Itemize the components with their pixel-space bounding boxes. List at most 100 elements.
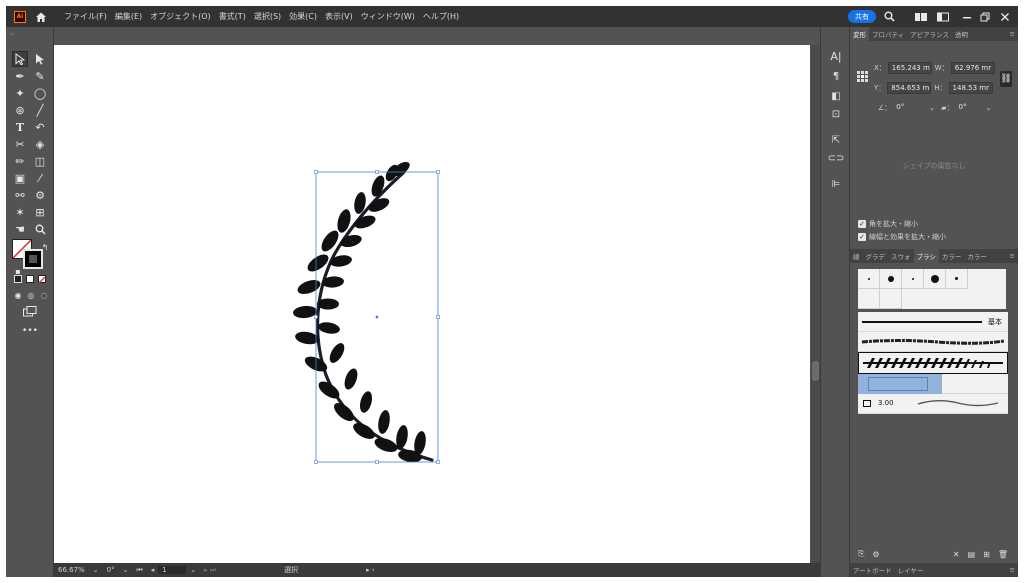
menu-effect[interactable]: 効果(C): [285, 11, 321, 22]
zoom-tool-icon[interactable]: [32, 221, 48, 237]
brush-options-icon[interactable]: ⚙: [872, 550, 879, 559]
brush-options-sel-icon[interactable]: ▤: [968, 550, 976, 559]
menu-view[interactable]: 表示(V): [321, 11, 357, 22]
brush-panel-menu-icon[interactable]: ≡: [1007, 252, 1018, 260]
live-paint-icon[interactable]: ◈: [32, 136, 48, 152]
brush-dot-small-2[interactable]: [946, 269, 968, 289]
scissors-tool-icon[interactable]: ✂: [12, 136, 28, 152]
selection-tool-icon[interactable]: [12, 51, 28, 67]
brush-empty-2[interactable]: [880, 289, 902, 309]
links-panel-icon[interactable]: ⊂⊃: [828, 151, 845, 165]
y-field[interactable]: 854.653 m: [887, 82, 932, 94]
remove-brush-stroke-icon[interactable]: ✕: [953, 550, 960, 559]
menu-file[interactable]: ファイル(F): [60, 11, 111, 22]
menu-help[interactable]: ヘルプ(H): [419, 11, 463, 22]
symbols-panel-icon[interactable]: ⊡: [829, 107, 843, 121]
artboard-tool-icon[interactable]: ⊞: [32, 204, 48, 220]
brush-stroke-size-row[interactable]: 3.00: [858, 394, 1008, 414]
color-mode-fill[interactable]: [14, 275, 22, 283]
pin-tool-icon[interactable]: ✶: [12, 204, 28, 220]
panel-menu-icon[interactable]: ≡: [1007, 30, 1018, 38]
tab-transform[interactable]: 変形: [850, 27, 869, 41]
scale-strokes-row[interactable]: ✓ 線幅と効果を拡大・縮小: [858, 232, 946, 242]
swap-fill-stroke-icon[interactable]: ↰: [37, 239, 53, 255]
menu-select[interactable]: 選択(S): [250, 11, 285, 22]
arrange-documents-icon[interactable]: [936, 10, 950, 23]
laurel-artwork[interactable]: [54, 45, 810, 563]
rotate-dropdown-icon[interactable]: ⌄: [929, 104, 935, 112]
search-icon[interactable]: [882, 10, 896, 23]
menu-type[interactable]: 書式(T): [215, 11, 250, 22]
scale-corners-row[interactable]: ✓ 角を拡大・縮小: [858, 219, 918, 229]
next-artboard-icon[interactable]: ▸ ⏭: [200, 566, 220, 575]
gradient-tool-icon[interactable]: ▣: [12, 170, 28, 186]
layers-panel-icon[interactable]: ◧: [829, 89, 843, 103]
first-artboard-icon[interactable]: ⏮: [132, 566, 146, 575]
brush-dot-small[interactable]: [858, 269, 880, 289]
tab-appearance[interactable]: アピアランス: [907, 29, 952, 39]
selection-bounding-box[interactable]: [314, 170, 440, 464]
bottom-panel-menu-icon[interactable]: ≡: [1007, 566, 1018, 574]
tab-color[interactable]: カラー: [939, 251, 965, 261]
brush-basic[interactable]: 基本: [858, 312, 1008, 332]
magic-wand-icon[interactable]: ✦: [12, 85, 28, 101]
brush-libraries-icon[interactable]: ⎘: [858, 549, 864, 559]
panel-grip-icon[interactable]: ‹‹: [10, 31, 50, 38]
hand-tool-icon[interactable]: ☚: [12, 221, 28, 237]
export-panel-icon[interactable]: ⇱: [829, 133, 843, 147]
brush-dot-medium[interactable]: [880, 269, 902, 289]
zoom-dropdown-icon[interactable]: ⌄: [89, 566, 103, 574]
delete-brush-icon[interactable]: 🗑: [998, 550, 1008, 559]
scrollbar-thumb[interactable]: [812, 361, 819, 381]
eyedropper-tool-icon[interactable]: ⁄: [32, 170, 48, 186]
brush-charcoal[interactable]: [858, 332, 1008, 352]
align-panel-icon[interactable]: ⊫: [829, 177, 843, 191]
rotation-dropdown-icon[interactable]: ⌄: [119, 566, 133, 574]
tab-transparency[interactable]: 透明: [952, 29, 971, 39]
direct-selection-tool-icon[interactable]: [32, 51, 48, 67]
artboard-number[interactable]: 1: [158, 566, 187, 574]
shape-builder-icon[interactable]: ⊛: [12, 102, 28, 118]
zoom-level[interactable]: 66.67%: [54, 566, 89, 574]
rotation-value[interactable]: 0°: [103, 566, 119, 574]
home-icon[interactable]: [34, 10, 48, 24]
brush-laurel-selected[interactable]: [858, 352, 1008, 374]
shear-field[interactable]: 0°: [955, 102, 986, 114]
artboard[interactable]: [54, 45, 810, 563]
tab-layers[interactable]: レイヤー: [895, 565, 927, 575]
x-field[interactable]: 165.243 m: [887, 62, 932, 74]
share-button[interactable]: 共有: [848, 10, 876, 23]
menu-edit[interactable]: 編集(E): [111, 11, 146, 22]
pen-tool-icon[interactable]: ✒: [12, 68, 28, 84]
ellipse-tool-icon[interactable]: ◯: [32, 85, 48, 101]
w-field[interactable]: 62.976 mr: [950, 62, 995, 74]
tab-swatches[interactable]: スウォ: [888, 251, 914, 261]
blend-tool-icon[interactable]: ⚯: [12, 187, 28, 203]
h-field[interactable]: 148.53 mr: [948, 82, 993, 94]
workspace-icon[interactable]: [914, 10, 928, 23]
brush-dot-tiny[interactable]: [902, 269, 924, 289]
new-brush-icon[interactable]: ⊞: [983, 550, 990, 559]
pencil-tool-icon[interactable]: ✏: [12, 153, 28, 169]
type-tool-icon[interactable]: T: [12, 119, 28, 135]
tab-gradient[interactable]: グラデ: [863, 251, 889, 261]
screen-mode-icon[interactable]: [22, 303, 38, 319]
edit-toolbar-icon[interactable]: •••: [22, 323, 38, 339]
scale-strokes-checkbox[interactable]: ✓: [858, 233, 866, 241]
character-panel-icon[interactable]: A|: [829, 49, 843, 63]
curvature-tool-icon[interactable]: ✎: [32, 68, 48, 84]
restore-icon[interactable]: [978, 10, 992, 23]
rotate-field[interactable]: 0°: [893, 102, 930, 114]
tab-artboards[interactable]: アートボード: [850, 565, 895, 575]
close-icon[interactable]: [998, 10, 1012, 23]
minimize-icon[interactable]: [960, 10, 974, 23]
tab-brushes[interactable]: ブラシ: [913, 249, 939, 263]
tab-stroke[interactable]: 線: [850, 251, 863, 261]
paintbrush-tool-icon[interactable]: ╱: [32, 102, 48, 118]
shear-dropdown-icon[interactable]: ⌄: [986, 104, 992, 112]
tab-properties[interactable]: プロパティ: [869, 29, 907, 39]
color-mode-gradient[interactable]: [26, 275, 34, 283]
artboard-dropdown-icon[interactable]: ⌄: [186, 566, 200, 574]
rotate-tool-icon[interactable]: ↶: [32, 119, 48, 135]
prev-artboard-icon[interactable]: ◂: [147, 566, 159, 574]
